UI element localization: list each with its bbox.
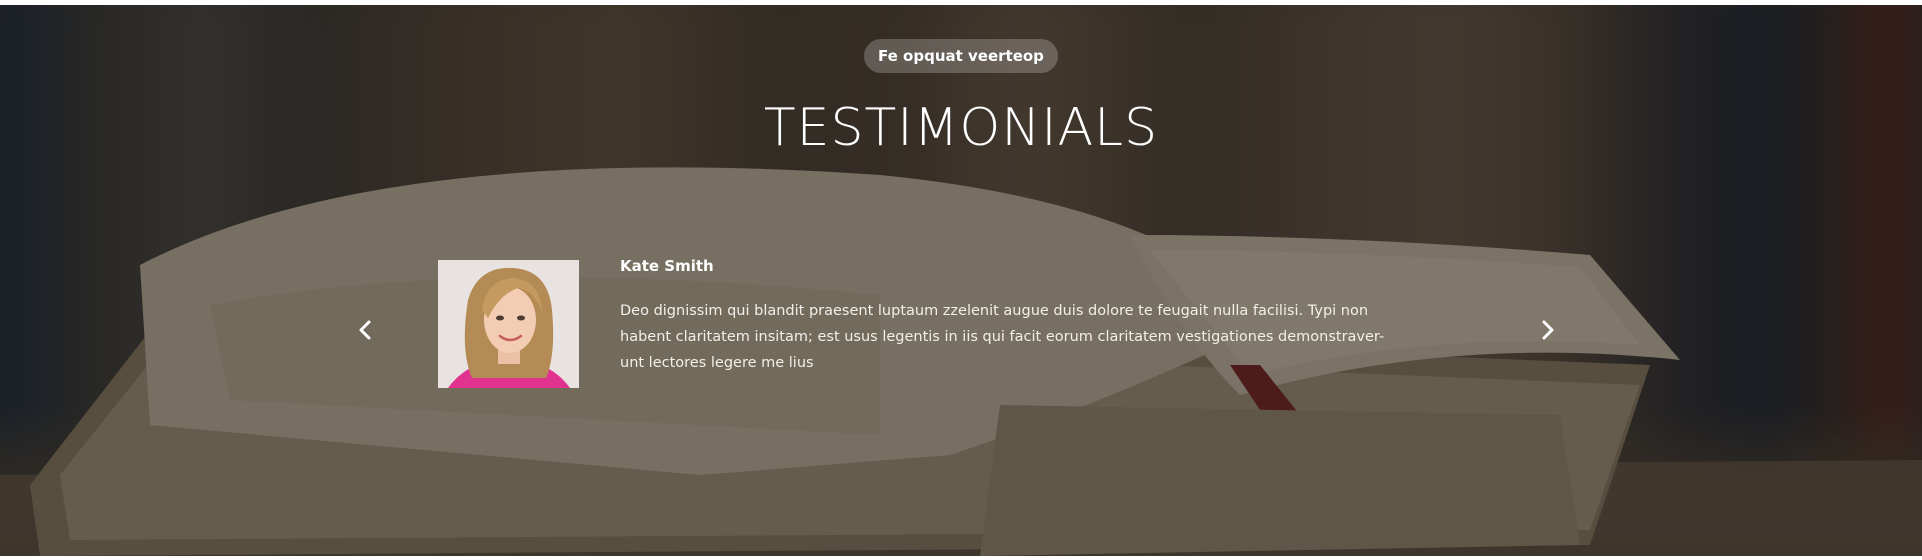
testimonials-section: Fe opquat veerteop TESTIMONIALS Kate Smi… bbox=[0, 5, 1922, 556]
testimonial-quote: Deo dignissim qui blandit praesent lupta… bbox=[620, 303, 1385, 371]
section-title: TESTIMONIALS bbox=[763, 98, 1159, 158]
chevron-left-icon bbox=[359, 320, 371, 340]
section-eyebrow-badge: Fe opquat veerteop bbox=[864, 39, 1058, 73]
carousel-next-button[interactable] bbox=[1527, 310, 1567, 350]
chevron-right-icon bbox=[1542, 320, 1554, 340]
testimonial-avatar bbox=[438, 260, 579, 388]
testimonial-author-name: Kate Smith bbox=[620, 257, 714, 275]
avatar-portrait-image bbox=[438, 260, 579, 388]
testimonials-content: Fe opquat veerteop TESTIMONIALS Kate Smi… bbox=[0, 5, 1922, 556]
carousel-prev-button[interactable] bbox=[346, 310, 386, 350]
